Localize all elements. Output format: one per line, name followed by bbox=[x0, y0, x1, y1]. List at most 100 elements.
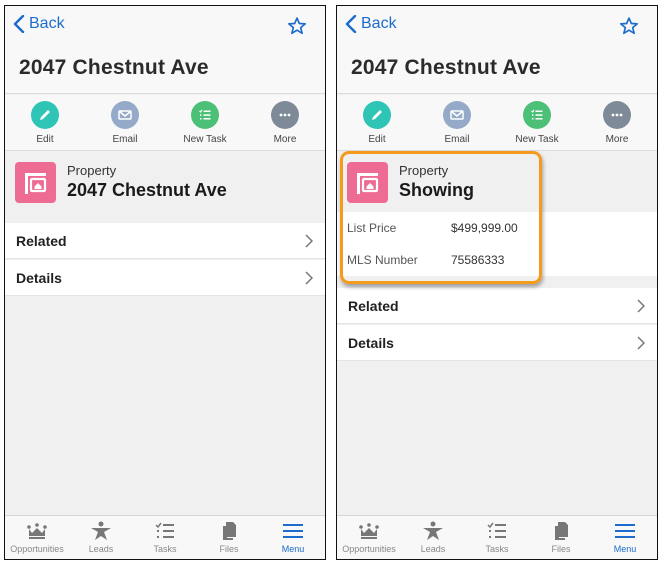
record-name: 2047 Chestnut Ave bbox=[67, 180, 227, 200]
field-mls-number: MLS Number 75586333 bbox=[337, 244, 657, 276]
property-icon bbox=[347, 162, 388, 203]
files-icon bbox=[555, 522, 568, 540]
tab-label: Leads bbox=[420, 544, 446, 554]
more-label: More bbox=[605, 134, 629, 145]
record-name: Showing bbox=[399, 180, 474, 200]
chevron-right-icon bbox=[637, 336, 645, 350]
new-task-icon-circle bbox=[523, 101, 551, 129]
record-header: Property Showing bbox=[337, 152, 657, 212]
new-task-button[interactable]: New Task bbox=[497, 95, 577, 150]
phone-screen-compact-layout: Back 2047 Chestnut Ave Edit Email New Ta… bbox=[4, 5, 326, 560]
phone-screen-expanded-layout: Back 2047 Chestnut Ave Edit Email New Ta… bbox=[336, 5, 658, 560]
tab-bar: Opportunities Leads Tasks Files Menu bbox=[5, 515, 325, 559]
tab-label: Tasks bbox=[485, 544, 509, 554]
related-row[interactable]: Related bbox=[5, 223, 325, 259]
details-row[interactable]: Details bbox=[5, 260, 325, 296]
tab-bar: Opportunities Leads Tasks Files Menu bbox=[337, 515, 657, 559]
more-label: More bbox=[273, 134, 297, 145]
tab-files[interactable]: Files bbox=[529, 516, 593, 559]
tab-leads[interactable]: Leads bbox=[69, 516, 133, 559]
edit-icon-circle bbox=[363, 101, 391, 129]
edit-button[interactable]: Edit bbox=[337, 95, 417, 150]
new-task-button[interactable]: New Task bbox=[165, 95, 245, 150]
star-outline-icon[interactable] bbox=[619, 16, 639, 36]
tab-files[interactable]: Files bbox=[197, 516, 261, 559]
tab-menu[interactable]: Menu bbox=[261, 516, 325, 559]
field-label: List Price bbox=[347, 221, 397, 235]
nav-bar: Back bbox=[337, 6, 657, 46]
edit-label: Edit bbox=[368, 134, 386, 145]
pencil-icon bbox=[372, 110, 382, 120]
envelope-icon bbox=[450, 110, 464, 120]
details-row[interactable]: Details bbox=[337, 325, 657, 361]
new-task-icon-circle bbox=[191, 101, 219, 129]
email-label: Email bbox=[112, 134, 138, 145]
hamburger-icon bbox=[615, 524, 635, 538]
email-label: Email bbox=[444, 134, 470, 145]
chevron-left-icon bbox=[345, 15, 357, 33]
action-bar: Edit Email New Task More bbox=[5, 95, 325, 151]
star-outline-icon[interactable] bbox=[287, 16, 307, 36]
crown-icon bbox=[27, 523, 47, 539]
tab-label: Opportunities bbox=[10, 544, 64, 554]
nav-bar: Back bbox=[5, 6, 325, 46]
property-sign-glyph bbox=[357, 173, 379, 194]
ellipsis-icon bbox=[279, 113, 291, 117]
chevron-right-icon bbox=[305, 234, 313, 248]
task-list-icon bbox=[155, 522, 174, 538]
property-sign-glyph bbox=[25, 173, 47, 194]
tab-menu[interactable]: Menu bbox=[593, 516, 657, 559]
record-title-bar: 2047 Chestnut Ave bbox=[337, 46, 657, 94]
back-label: Back bbox=[361, 15, 397, 32]
tab-label: Menu bbox=[613, 544, 637, 554]
back-button[interactable]: Back bbox=[13, 15, 65, 33]
chevron-right-icon bbox=[305, 271, 313, 285]
page-title: 2047 Chestnut Ave bbox=[351, 56, 541, 79]
tab-opportunities[interactable]: Opportunities bbox=[337, 516, 401, 559]
tab-leads[interactable]: Leads bbox=[401, 516, 465, 559]
new-task-label: New Task bbox=[183, 134, 227, 145]
edit-icon-circle bbox=[31, 101, 59, 129]
tab-tasks[interactable]: Tasks bbox=[465, 516, 529, 559]
more-button[interactable]: More bbox=[577, 95, 657, 150]
object-type-label: Property bbox=[67, 163, 117, 178]
crown-icon bbox=[359, 523, 379, 539]
hamburger-icon bbox=[283, 524, 303, 538]
chevron-left-icon bbox=[13, 15, 25, 33]
details-label: Details bbox=[348, 335, 394, 351]
field-value: 75586333 bbox=[451, 253, 505, 267]
related-row[interactable]: Related bbox=[337, 288, 657, 324]
tab-label: Menu bbox=[281, 544, 305, 554]
pencil-icon bbox=[40, 110, 50, 120]
envelope-icon bbox=[118, 110, 132, 120]
tab-label: Leads bbox=[88, 544, 114, 554]
files-icon bbox=[223, 522, 236, 540]
tab-label: Files bbox=[551, 544, 571, 554]
email-button[interactable]: Email bbox=[85, 95, 165, 150]
related-label: Related bbox=[16, 233, 67, 249]
action-bar: Edit Email New Task More bbox=[337, 95, 657, 151]
edit-button[interactable]: Edit bbox=[5, 95, 85, 150]
more-icon-circle bbox=[603, 101, 631, 129]
person-star-icon bbox=[91, 521, 111, 540]
record-title-bar: 2047 Chestnut Ave bbox=[5, 46, 325, 94]
edit-label: Edit bbox=[36, 134, 54, 145]
field-value: $499,999.00 bbox=[451, 221, 518, 235]
task-list-icon bbox=[199, 109, 211, 120]
email-button[interactable]: Email bbox=[417, 95, 497, 150]
details-label: Details bbox=[16, 270, 62, 286]
page-title: 2047 Chestnut Ave bbox=[19, 56, 209, 79]
tab-tasks[interactable]: Tasks bbox=[133, 516, 197, 559]
tab-label: Tasks bbox=[153, 544, 177, 554]
email-icon-circle bbox=[443, 101, 471, 129]
tab-opportunities[interactable]: Opportunities bbox=[5, 516, 69, 559]
email-icon-circle bbox=[111, 101, 139, 129]
more-icon-circle bbox=[271, 101, 299, 129]
chevron-right-icon bbox=[637, 299, 645, 313]
related-label: Related bbox=[348, 298, 399, 314]
object-type-label: Property bbox=[399, 163, 449, 178]
property-icon bbox=[15, 162, 56, 203]
more-button[interactable]: More bbox=[245, 95, 325, 150]
back-button[interactable]: Back bbox=[345, 15, 397, 33]
person-star-icon bbox=[423, 521, 443, 540]
